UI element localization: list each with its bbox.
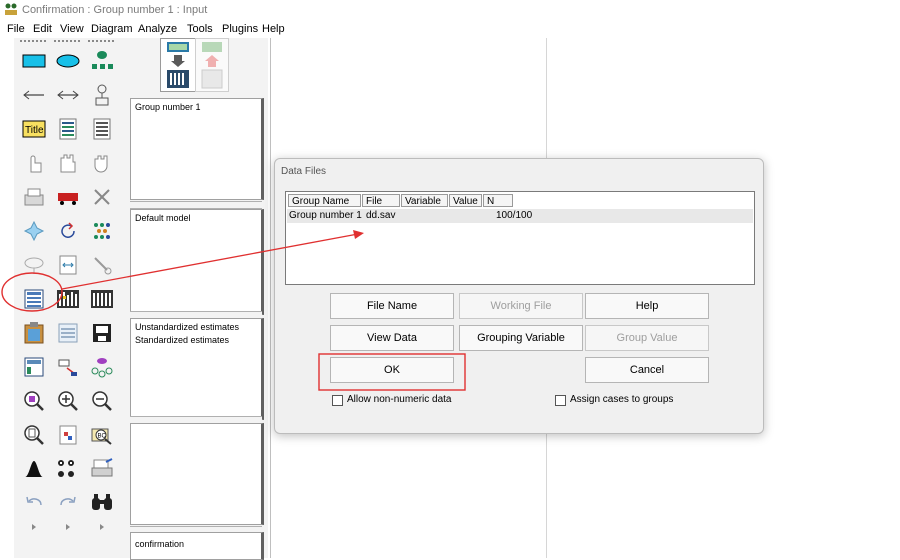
assign-cases-label: Assign cases to groups [570, 394, 674, 405]
undo-icon[interactable] [20, 490, 48, 516]
svg-text:Title: Title [25, 125, 44, 136]
model-name-item[interactable]: Default model [135, 213, 191, 223]
copy-object-icon[interactable] [20, 184, 48, 210]
expand-arrow-icon[interactable] [54, 514, 82, 540]
column-header-group-name[interactable]: Group Name [288, 194, 361, 207]
groups-list[interactable]: Group number 1 [130, 98, 264, 200]
drag-properties-icon[interactable] [54, 354, 82, 380]
zoom-select-icon[interactable] [20, 388, 48, 414]
annotation-rectangle [318, 353, 466, 391]
model-panel: Group number 1 Default model Unstandardi… [128, 38, 268, 560]
preserve-symmetries-icon[interactable] [88, 354, 116, 380]
object-properties-icon[interactable] [20, 354, 48, 380]
draw-latent-indicator-icon[interactable] [88, 48, 116, 74]
fit-to-page-icon[interactable] [54, 422, 82, 448]
file-name-item[interactable]: confirmation [135, 539, 184, 549]
group-name-item[interactable]: Group number 1 [135, 102, 201, 112]
view-input-icon [167, 42, 189, 88]
list-variables-model-icon[interactable] [54, 116, 82, 142]
column-header-file[interactable]: File [362, 194, 400, 207]
column-header-n[interactable]: N [483, 194, 513, 207]
computation-summary-panel [130, 423, 264, 525]
print-diagram-icon[interactable] [88, 456, 116, 482]
group-value-button[interactable]: Group Value [585, 325, 709, 351]
loupe-icon[interactable]: BC [88, 422, 116, 448]
cell-group-name: Group number 1 [289, 210, 362, 221]
menu-analyze[interactable]: Analyze [135, 21, 180, 37]
menu-help[interactable]: Help [259, 21, 288, 37]
standardized-estimates-item[interactable]: Standardized estimates [135, 335, 229, 345]
menu-file[interactable]: File [4, 21, 28, 37]
toolbar-grip [88, 40, 114, 45]
working-file-button[interactable]: Working File [459, 293, 583, 319]
grouping-variable-button[interactable]: Grouping Variable [459, 325, 583, 351]
files-list[interactable]: confirmation [130, 532, 264, 560]
draw-observed-variable-icon[interactable] [20, 48, 48, 74]
multiple-group-analysis-icon[interactable] [54, 456, 82, 482]
menu-diagram[interactable]: Diagram [88, 21, 136, 37]
menu-bar: File Edit View Diagram Analyze Tools Plu… [0, 21, 900, 37]
covariance-arrow-icon[interactable] [54, 82, 82, 108]
input-output-toggle [130, 38, 260, 94]
unique-variable-icon[interactable] [88, 82, 116, 108]
file-name-button[interactable]: File Name [330, 293, 454, 319]
cell-file: dd.sav [366, 210, 396, 221]
expand-arrow-icon[interactable] [20, 514, 48, 540]
specification-search-icon[interactable] [88, 490, 116, 516]
zoom-out-icon[interactable] [88, 388, 116, 414]
view-input-button[interactable] [160, 38, 196, 92]
zoom-in-icon[interactable] [54, 388, 82, 414]
cell-n: 100/100 [496, 210, 533, 221]
list-variables-dataset-icon[interactable] [88, 116, 116, 142]
menu-tools[interactable]: Tools [184, 21, 216, 37]
draw-unobserved-variable-icon[interactable] [54, 48, 82, 74]
menu-plugins[interactable]: Plugins [219, 21, 261, 37]
unstandardized-estimates-item[interactable]: Unstandardized estimates [135, 322, 239, 332]
title-icon[interactable]: Title [20, 116, 48, 142]
view-text-icon[interactable] [54, 320, 82, 346]
allow-non-numeric-label: Allow non-numeric data [347, 394, 452, 405]
degrees-of-freedom-icon[interactable] [20, 456, 48, 482]
assign-cases-checkbox[interactable] [555, 395, 566, 406]
column-header-value[interactable]: Value [449, 194, 482, 207]
view-data-button[interactable]: View Data [330, 325, 454, 351]
view-output-button[interactable] [195, 38, 229, 92]
save-diagram-icon[interactable] [88, 320, 116, 346]
copy-to-clipboard-icon[interactable] [20, 320, 48, 346]
cancel-button[interactable]: Cancel [585, 357, 709, 383]
toolbar-grip [20, 40, 46, 45]
dialog-title: Data Files [281, 166, 327, 177]
column-header-variable[interactable]: Variable [401, 194, 448, 207]
change-shape-icon[interactable] [20, 218, 48, 244]
window-title: Confirmation : Group number 1 : Input [22, 4, 208, 16]
menu-edit[interactable]: Edit [30, 21, 55, 37]
menu-view[interactable]: View [57, 21, 87, 37]
svg-text:BC: BC [98, 434, 107, 440]
expand-arrow-icon[interactable] [88, 514, 116, 540]
select-all-objects-icon[interactable] [54, 150, 82, 176]
path-arrow-icon[interactable] [20, 82, 48, 108]
move-object-icon[interactable] [54, 184, 82, 210]
deselect-all-objects-icon[interactable] [88, 150, 116, 176]
view-output-icon [201, 42, 223, 89]
parameter-formats-list[interactable]: Unstandardized estimates Standardized es… [130, 318, 264, 420]
help-button[interactable]: Help [585, 293, 709, 319]
redo-icon[interactable] [54, 490, 82, 516]
allow-non-numeric-checkbox[interactable] [332, 395, 343, 406]
select-one-object-icon[interactable] [20, 150, 48, 176]
view-page-icon[interactable] [20, 422, 48, 448]
panel-splitter[interactable] [130, 201, 262, 209]
annotation-arrow [61, 230, 364, 290]
amos-app-icon [5, 3, 17, 15]
toolbar-grip [54, 40, 80, 45]
erase-object-icon[interactable] [88, 184, 116, 210]
title-bar: Confirmation : Group number 1 : Input [0, 0, 900, 20]
